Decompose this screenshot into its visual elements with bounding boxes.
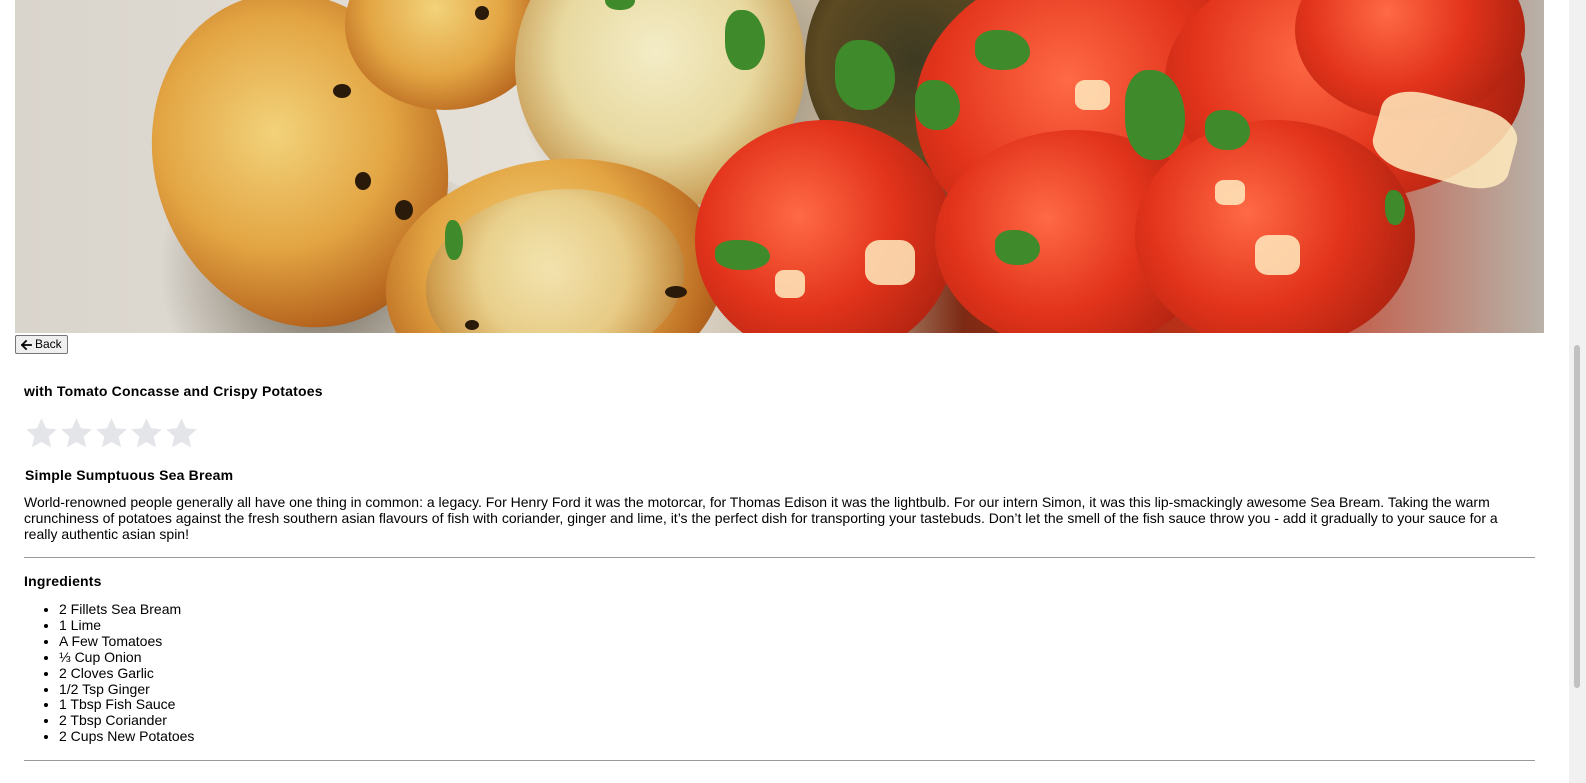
- star-icon[interactable]: [59, 416, 94, 451]
- ingredient-item: 2 Fillets Sea Bream: [59, 601, 1535, 618]
- scrollbar-thumb[interactable]: [1574, 345, 1580, 688]
- star-icon[interactable]: [24, 416, 59, 451]
- ingredient-item: 2 Cups New Potatoes: [59, 728, 1535, 745]
- divider: [24, 760, 1535, 762]
- recipe-page: Back with Tomato Concasse and Crispy Pot…: [0, 0, 1586, 783]
- ingredients-heading: Ingredients: [24, 573, 102, 589]
- ingredient-item: 1/2 Tsp Ginger: [59, 681, 1535, 698]
- recipe-subtitle: with Tomato Concasse and Crispy Potatoes: [24, 383, 323, 399]
- back-button-label: Back: [35, 337, 62, 351]
- ingredients-list: 2 Fillets Sea Bream 1 Lime A Few Tomatoe…: [24, 601, 1535, 745]
- recipe-title: Simple Sumptuous Sea Bream: [25, 467, 234, 483]
- arrow-left-icon: [21, 339, 32, 350]
- star-icon[interactable]: [94, 416, 129, 451]
- divider: [24, 557, 1535, 558]
- ingredient-item: 2 Cloves Garlic: [59, 665, 1535, 682]
- vertical-scrollbar[interactable]: [1569, 0, 1586, 783]
- ingredient-item: 1 Tbsp Fish Sauce: [59, 697, 1535, 713]
- recipe-details: with Tomato Concasse and Crispy Potatoes…: [24, 380, 1535, 762]
- star-icon[interactable]: [129, 416, 164, 451]
- recipe-description: World-renowned people generally all have…: [24, 494, 1498, 542]
- recipe-hero-image: [15, 0, 1544, 333]
- ingredient-item: 1 Lime: [59, 617, 1535, 634]
- star-icon[interactable]: [164, 416, 199, 451]
- star-rating[interactable]: [24, 416, 1535, 456]
- ingredient-item: 2 Tbsp Coriander: [59, 712, 1535, 729]
- ingredient-item: ⅓ Cup Onion: [59, 649, 1535, 666]
- back-button[interactable]: Back: [15, 335, 68, 354]
- ingredient-item: A Few Tomatoes: [59, 633, 1535, 650]
